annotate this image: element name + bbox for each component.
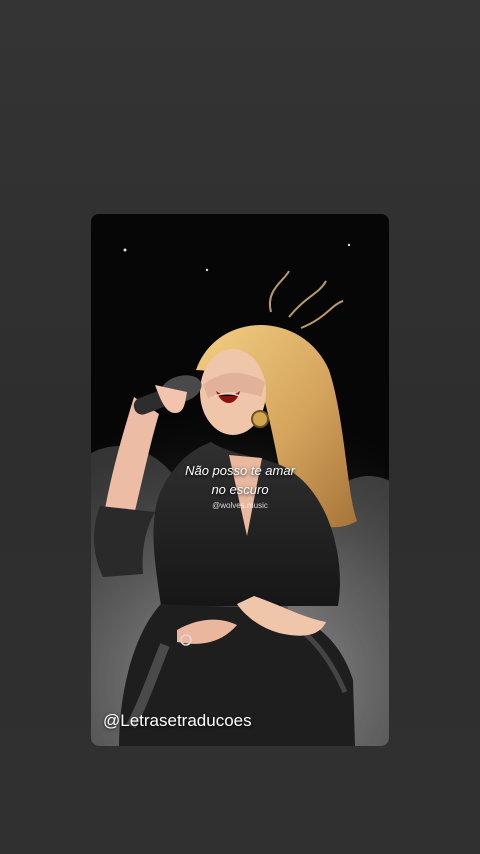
lyric-line-1: Não posso te amar: [185, 463, 295, 478]
story-viewer-screen: Não posso te amar no escuro @wolves.musi…: [0, 0, 480, 854]
singer-photo: [91, 214, 389, 746]
watermark: @wolves.music: [212, 501, 268, 510]
account-handle[interactable]: @Letrasetraducoes: [103, 711, 252, 731]
story-card[interactable]: Não posso te amar no escuro @wolves.musi…: [91, 214, 389, 746]
lyric-line-2: no escuro: [211, 482, 269, 497]
